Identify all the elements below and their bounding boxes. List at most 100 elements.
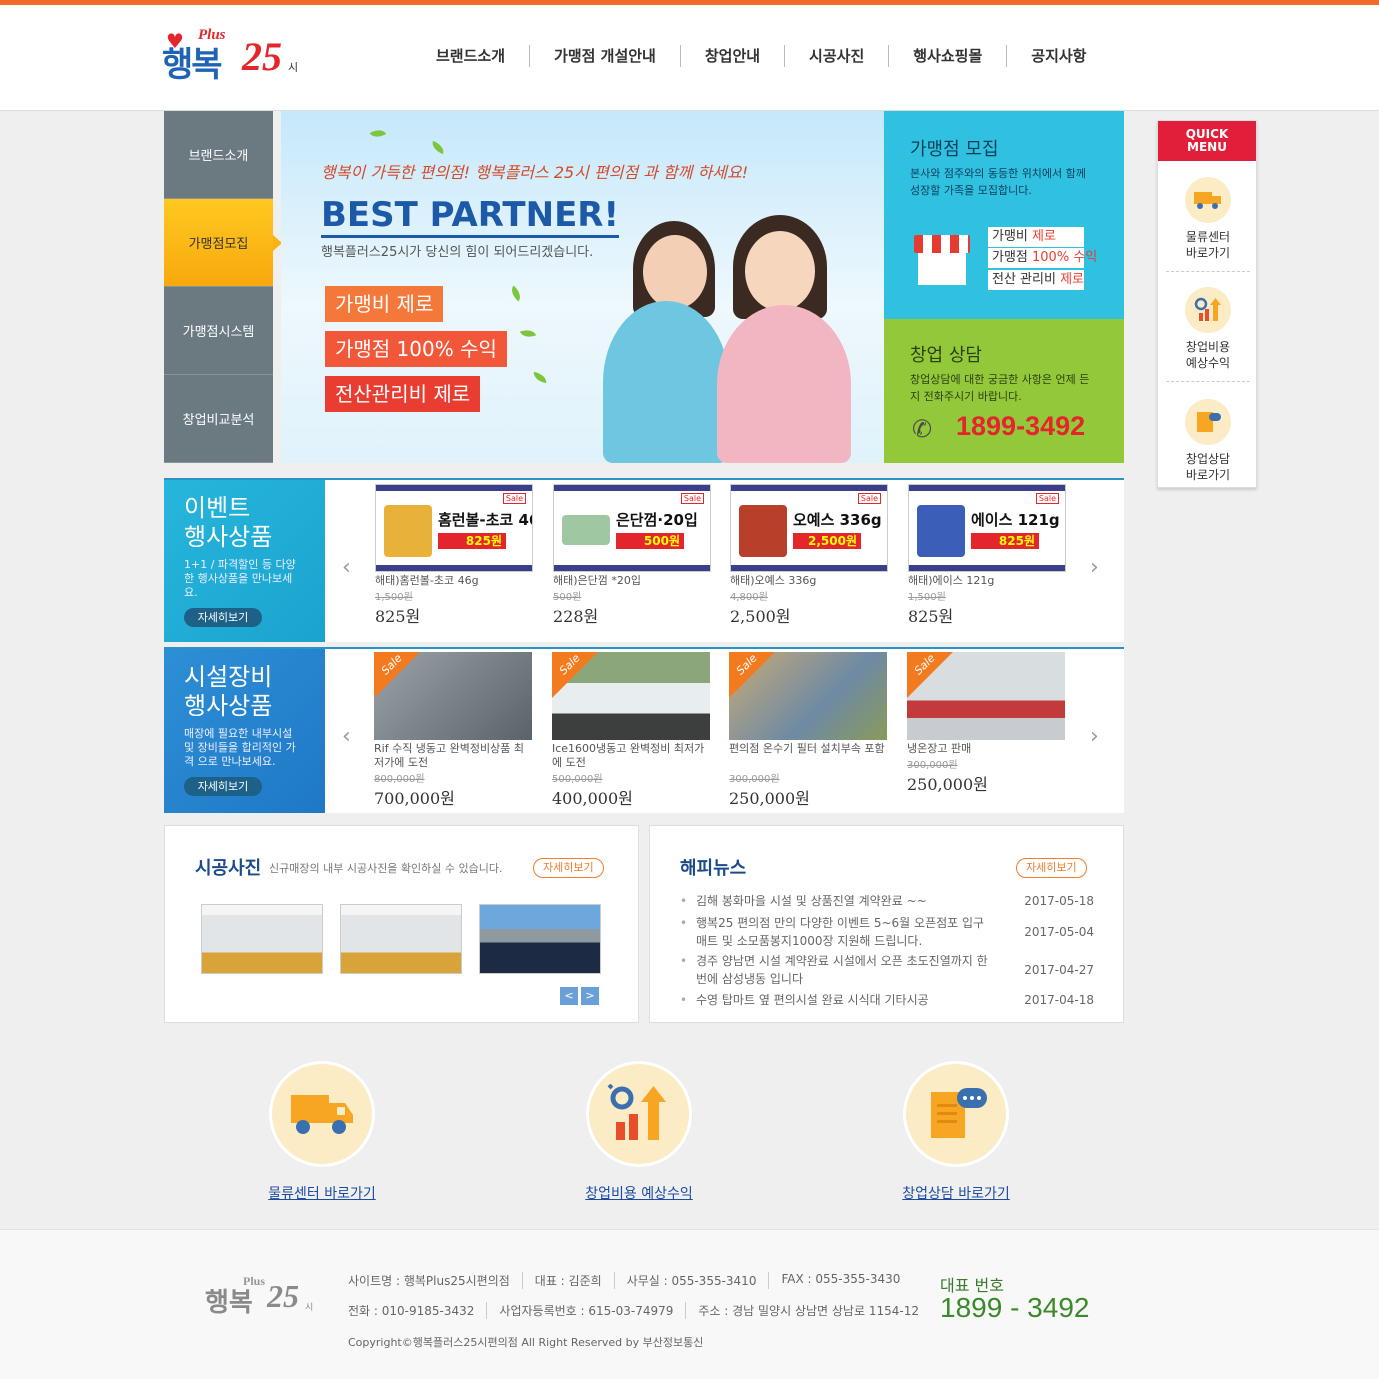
news-item[interactable]: • 경주 양남면 시설 계약완료 시설에서 오픈 초도진열까지 한번에 삼성냉동 … [680, 952, 1094, 988]
quick-consult[interactable]: 창업상담 바로가기 [1166, 399, 1250, 493]
footer: Plus 행복 25 시 사이트명 : 행복Plus25시편의점 대표 : 김준희… [0, 1229, 1379, 1379]
product-name: 냉온장고 판매 [907, 742, 972, 755]
event-more-button[interactable]: 자세히보기 [184, 608, 262, 627]
event-product[interactable]: Sale 오예스 336g 2,500원 해태)오예스 336g 4,800원 2,… [730, 484, 888, 627]
footer-copyright: Copyright©행복플러스25시편의점 All Right Reserved… [348, 1336, 704, 1349]
product-image: Sale홈런볼-초코 46g825원 [375, 484, 533, 572]
sale-badge: Sale [729, 652, 775, 698]
event-next-arrow[interactable]: › [1090, 555, 1099, 580]
product-image: Sale [729, 652, 887, 740]
leaf-decoration [369, 126, 387, 141]
consult-panel[interactable]: 창업 상담 창업상담에 대한 궁금한 사항은 언제 든지 전화주시기 바랍니다.… [884, 319, 1124, 463]
event-title: 이벤트 행사상품 [184, 494, 273, 551]
nav-notice[interactable]: 공지사항 [1007, 45, 1110, 67]
consult-desc: 창업상담에 대한 궁금한 사항은 언제 든지 전화주시기 바랍니다. [910, 373, 1090, 403]
leaf-decoration [429, 140, 447, 155]
quick-menu-header: QUICK MENU [1158, 121, 1256, 161]
recruit-desc: 본사와 점주와의 동등한 위치에서 함께 성장할 가족을 모집합니다. [910, 167, 1086, 197]
banner-badge-fee: 가맹비 제로 [325, 286, 444, 322]
nav-franchise[interactable]: 가맹점 개설안내 [530, 45, 681, 67]
recruit-item: 가맹점 100% 수익 [988, 248, 1097, 268]
facility-next-arrow[interactable]: › [1090, 724, 1099, 749]
construction-photo[interactable] [201, 904, 323, 974]
facility-more-button[interactable]: 자세히보기 [184, 777, 262, 796]
nav-brand[interactable]: 브랜드소개 [412, 45, 531, 67]
leaf-decoration [532, 371, 548, 384]
product-old-price: 1,500원 [375, 592, 413, 603]
footer-info-row1: 사이트명 : 행복Plus25시편의점 대표 : 김준희 사무실 : 055-355… [348, 1272, 901, 1289]
construction-next-button[interactable]: > [581, 987, 599, 1005]
banner-subtitle: 행복플러스25시가 당신의 힘이 되어드리겠습니다. [321, 245, 594, 260]
facility-product[interactable]: Sale Rif 수직 냉동고 완벽정비상품 최저가에 도전 800,000원 … [374, 652, 532, 809]
event-product[interactable]: Sale홈런볼-초코 46g825원 해태)홈런볼-초코 46g 1,500원 … [375, 484, 533, 627]
product-price: 250,000원 [729, 789, 810, 808]
site-logo[interactable]: ♥ Plus 행복 25 시 [162, 27, 302, 89]
event-prev-arrow[interactable]: ‹ [342, 555, 351, 580]
big-link-label: 물류센터 바로가기 [268, 1186, 376, 1202]
quick-logistics[interactable]: 물류센터 바로가기 [1166, 177, 1250, 272]
banner-headline: BEST PARTNER! [321, 195, 619, 238]
chart-icon [1185, 287, 1231, 333]
facility-title: 시설장비 행사상품 [184, 663, 273, 720]
logo-number: 25 [242, 34, 282, 79]
main-nav: 브랜드소개 가맹점 개설안내 창업안내 시공사진 행사쇼핑몰 공지사항 [412, 45, 1110, 67]
phone-icon: ✆ [912, 415, 933, 443]
product-name: 편의점 온수기 필터 설치부속 포함 [729, 742, 885, 755]
news-item[interactable]: • 수영 탑마트 옆 편의시설 완료 시식대 기타시공 2017-04-18 [680, 991, 1094, 1009]
quick-cost[interactable]: 창업비용 예상수익 [1166, 287, 1250, 382]
construction-desc: 신규매장의 내부 시공사진을 확인하실 수 있습니다. [269, 862, 503, 875]
nav-construction[interactable]: 시공사진 [785, 45, 890, 67]
product-image: Sale 은단껌·20입 500원 [553, 484, 711, 572]
product-image: Sale 에이스 121g 825원 [908, 484, 1066, 572]
leaf-decoration [507, 285, 525, 302]
big-link-label: 창업상담 바로가기 [902, 1186, 1010, 1202]
news-title: 해피뉴스 [680, 858, 747, 879]
footer-info-row2: 전화 : 010-9185-3432 사업자등록번호 : 615-03-74979… [348, 1302, 919, 1319]
construction-photo[interactable] [479, 904, 601, 974]
big-link-logistics[interactable]: 물류센터 바로가기 [222, 1061, 422, 1203]
recruit-panel[interactable]: 가맹점 모집 본사와 점주와의 동등한 위치에서 함께 성장할 가족을 모집합니… [884, 111, 1124, 319]
side-menu-brand[interactable]: 브랜드소개 [164, 111, 273, 199]
nav-startup[interactable]: 창업안내 [681, 45, 786, 67]
big-link-consult[interactable]: 창업상담 바로가기 [856, 1061, 1056, 1203]
truck-icon [1185, 177, 1231, 223]
big-link-cost[interactable]: 창업비용 예상수익 [539, 1061, 739, 1203]
leaf-decoration [519, 326, 537, 341]
store-icon [914, 235, 970, 285]
footer-logo: Plus 행복 25 시 [205, 1274, 314, 1318]
product-price: 825원 [375, 607, 421, 626]
facility-product[interactable]: Sale Ice1600냉동고 완벽정비 최저가에 도전 500,000원 40… [552, 652, 710, 809]
product-name: 해태)에이스 121g [908, 574, 995, 587]
construction-more-button[interactable]: 자세히보기 [533, 858, 604, 878]
sale-badge: Sale [552, 652, 598, 698]
footer-tel: 1899 - 3492 [940, 1292, 1090, 1323]
header: ♥ Plus 행복 25 시 브랜드소개 가맹점 개설안내 창업안내 시공사진 … [0, 5, 1379, 111]
side-menu-recruit[interactable]: 가맹점모집 [164, 199, 282, 287]
news-item[interactable]: • 행복25 편의점 만의 다양한 이벤트 5~6월 오픈점포 입구매트 및 소모… [680, 914, 1094, 950]
banner-badge-profit: 가맹점 100% 수익 [325, 331, 507, 367]
banner-badge-system: 전산관리비 제로 [325, 376, 481, 412]
sale-badge: Sale [907, 652, 953, 698]
construction-photo[interactable] [340, 904, 462, 974]
event-product[interactable]: Sale 에이스 121g 825원 해태)에이스 121g 1,500원 825원 [908, 484, 1066, 627]
nav-shop[interactable]: 행사쇼핑몰 [889, 45, 1008, 67]
news-item[interactable]: • 김해 봉화마을 시설 및 상품진열 계약완료 ~~ 2017-05-18 [680, 892, 1094, 910]
product-price: 2,500원 [730, 607, 791, 626]
side-menu-compare[interactable]: 창업비교분석 [164, 375, 273, 463]
product-price: 700,000원 [374, 789, 455, 808]
product-image: Sale [552, 652, 710, 740]
construction-prev-button[interactable]: < [560, 987, 578, 1005]
event-product[interactable]: Sale 은단껌·20입 500원 해태)은단껌 *20입 500원 228원 [553, 484, 711, 627]
chart-icon [586, 1061, 692, 1167]
product-price: 825원 [908, 607, 954, 626]
consult-title: 창업 상담 [910, 345, 982, 366]
recruit-title: 가맹점 모집 [910, 139, 999, 160]
facility-prev-arrow[interactable]: ‹ [342, 724, 351, 749]
product-old-price: 300,000원 [907, 760, 958, 771]
product-old-price: 800,000원 [374, 774, 425, 785]
side-menu-system[interactable]: 가맹점시스템 [164, 287, 273, 375]
facility-product[interactable]: Sale 편의점 온수기 필터 설치부속 포함 300,000원 250,000… [729, 652, 887, 809]
product-image: Sale [907, 652, 1065, 740]
facility-product[interactable]: Sale 냉온장고 판매 300,000원 250,000원 [907, 652, 1065, 795]
news-more-button[interactable]: 자세히보기 [1016, 858, 1087, 878]
